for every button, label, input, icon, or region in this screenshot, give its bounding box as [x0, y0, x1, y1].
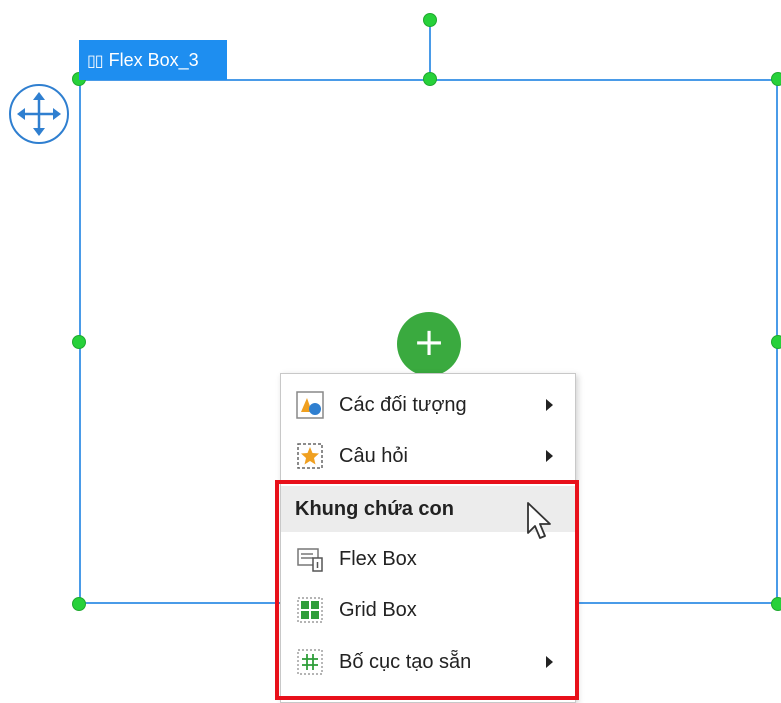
question-star-icon [297, 443, 323, 469]
resize-handle-top-right[interactable] [771, 72, 781, 86]
element-name-tag: ▯▯ Flex Box_3 [79, 40, 227, 80]
resize-handle-bottom-right[interactable] [771, 597, 781, 611]
objects-icon [296, 391, 324, 419]
rotate-handle[interactable] [423, 13, 437, 27]
menu-item-questions[interactable]: Câu hỏi [281, 433, 575, 479]
menu-item-label: Các đối tượng [339, 393, 467, 416]
submenu-arrow-icon [546, 450, 553, 462]
add-content-button[interactable]: + [397, 312, 461, 376]
resize-handle-bottom-left[interactable] [72, 597, 86, 611]
move-handle[interactable] [9, 84, 69, 144]
element-name-label: Flex Box_3 [108, 49, 199, 70]
move-arrows-icon [17, 92, 61, 136]
menu-item-objects[interactable]: Các đối tượng [281, 382, 575, 428]
flexbox-icon: ▯▯ [87, 50, 104, 70]
menu-item-label: Câu hỏi [339, 444, 408, 467]
resize-handle-top-center[interactable] [423, 72, 437, 86]
resize-handle-middle-left[interactable] [72, 335, 86, 349]
mouse-cursor-icon [527, 502, 551, 539]
resize-handle-middle-right[interactable] [771, 335, 781, 349]
plus-icon: + [413, 320, 445, 364]
submenu-arrow-icon [546, 399, 553, 411]
rotate-handle-line [429, 20, 431, 80]
